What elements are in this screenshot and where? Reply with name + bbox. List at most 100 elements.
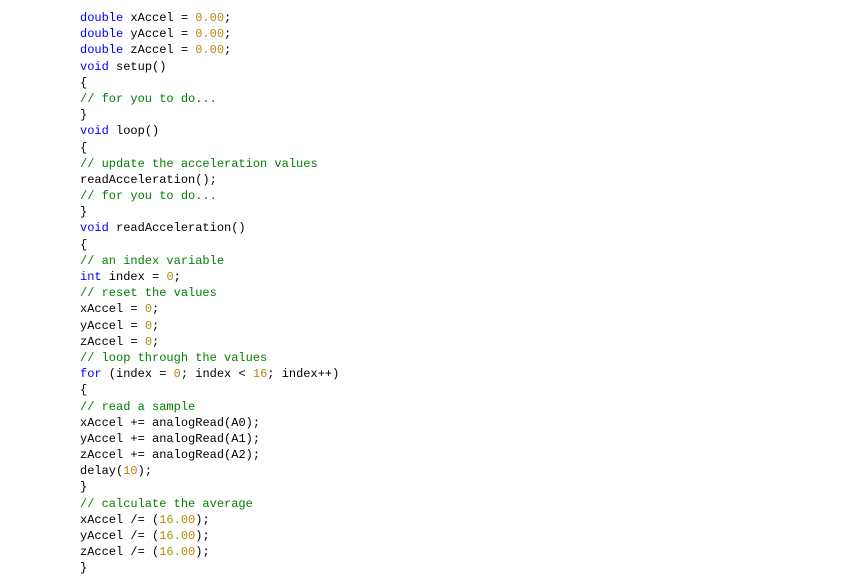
code-token: () [231, 221, 245, 235]
code-token: += [130, 416, 152, 430]
code-token: () [145, 124, 159, 138]
code-token: void [80, 221, 109, 235]
code-line: // calculate the average [80, 496, 862, 512]
code-token: /= ( [130, 513, 159, 527]
code-token: int [80, 270, 102, 284]
code-token: 0.00 [195, 43, 224, 57]
code-token: ; [152, 319, 159, 333]
code-token: yAccel [80, 529, 130, 543]
code-token: ); [195, 529, 209, 543]
code-token: delay [80, 464, 116, 478]
code-token: /= ( [130, 545, 159, 559]
code-token: } [80, 108, 87, 122]
code-token: 0 [145, 302, 152, 316]
code-block: double xAccel = 0.00;double yAccel = 0.0… [0, 0, 862, 577]
code-line: readAcceleration(); [80, 172, 862, 188]
code-token: 16 [253, 367, 267, 381]
code-token: ); [246, 448, 260, 462]
code-line: // an index variable [80, 253, 862, 269]
code-token: 16.00 [159, 529, 195, 543]
code-token: zAccel [123, 43, 181, 57]
code-line: void loop() [80, 123, 862, 139]
code-token: yAccel [123, 27, 181, 41]
code-token: ); [195, 545, 209, 559]
code-line: { [80, 140, 862, 156]
code-token: () [152, 60, 166, 74]
code-line: void readAcceleration() [80, 220, 862, 236]
code-token: = [181, 43, 195, 57]
code-line: { [80, 237, 862, 253]
code-token: A1 [231, 432, 245, 446]
code-token: = [130, 302, 144, 316]
code-line: } [80, 479, 862, 495]
code-line: yAccel += analogRead(A1); [80, 431, 862, 447]
code-line: xAccel = 0; [80, 301, 862, 317]
code-token: // calculate the average [80, 497, 253, 511]
code-token: ( [102, 367, 116, 381]
code-line: xAccel += analogRead(A0); [80, 415, 862, 431]
code-token: 0 [174, 367, 181, 381]
code-line: { [80, 75, 862, 91]
code-token: // read a sample [80, 400, 195, 414]
code-token: { [80, 141, 87, 155]
code-token: } [80, 480, 87, 494]
code-token: = [159, 367, 173, 381]
code-token: 10 [123, 464, 137, 478]
code-token: = [181, 27, 195, 41]
code-token: loop [109, 124, 145, 138]
code-line: // for you to do... [80, 91, 862, 107]
code-token: ; [152, 302, 159, 316]
code-token: 16.00 [159, 513, 195, 527]
code-token: ++) [318, 367, 340, 381]
code-line: { [80, 382, 862, 398]
code-token: A2 [231, 448, 245, 462]
code-line: zAccel += analogRead(A2); [80, 447, 862, 463]
code-token: ; [267, 367, 281, 381]
code-token: xAccel [123, 11, 181, 25]
code-line: // loop through the values [80, 350, 862, 366]
code-token: 0 [166, 270, 173, 284]
code-token: index [195, 367, 238, 381]
code-token: } [80, 205, 87, 219]
code-token: xAccel [80, 302, 130, 316]
code-token: void [80, 60, 109, 74]
code-line: double zAccel = 0.00; [80, 42, 862, 58]
code-token: index [116, 367, 159, 381]
code-token: double [80, 43, 123, 57]
code-line: zAccel /= (16.00); [80, 544, 862, 560]
code-token: // for you to do... [80, 92, 217, 106]
code-token: // reset the values [80, 286, 217, 300]
code-token: (); [195, 173, 217, 187]
code-token: { [80, 76, 87, 90]
code-token: xAccel [80, 513, 130, 527]
code-line: int index = 0; [80, 269, 862, 285]
code-token: = [130, 335, 144, 349]
code-token: double [80, 27, 123, 41]
code-token: ); [195, 513, 209, 527]
code-token: double [80, 11, 123, 25]
code-token: /= ( [130, 529, 159, 543]
code-token: 0 [145, 319, 152, 333]
code-line: double xAccel = 0.00; [80, 10, 862, 26]
code-line: void setup() [80, 59, 862, 75]
code-token: index [102, 270, 152, 284]
code-token: ); [246, 416, 260, 430]
code-token: xAccel [80, 416, 130, 430]
code-token: // an index variable [80, 254, 224, 268]
code-token: 16.00 [159, 545, 195, 559]
code-token: index [282, 367, 318, 381]
code-token: setup [109, 60, 152, 74]
code-token: } [80, 561, 87, 575]
code-token: analogRead [152, 432, 224, 446]
code-token: ; [174, 270, 181, 284]
code-token: zAccel [80, 448, 130, 462]
code-token: += [130, 432, 152, 446]
code-token: { [80, 383, 87, 397]
code-token: = [181, 11, 195, 25]
code-token: // update the acceleration values [80, 157, 318, 171]
code-token: analogRead [152, 448, 224, 462]
code-line: yAccel /= (16.00); [80, 528, 862, 544]
code-token: ); [138, 464, 152, 478]
code-line: } [80, 204, 862, 220]
code-token: += [130, 448, 152, 462]
